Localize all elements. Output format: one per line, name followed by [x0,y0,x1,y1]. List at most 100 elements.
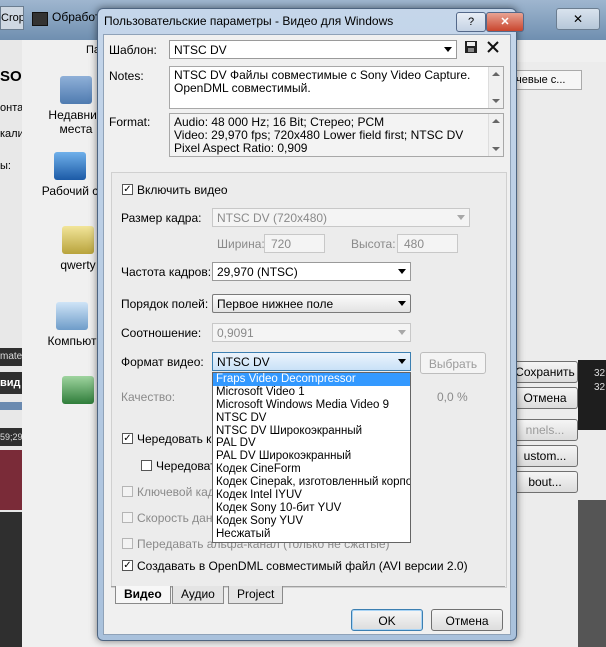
dialog-title: Пользовательские параметры - Видео для W… [104,14,394,28]
bg-strip-text: 59;29 [0,428,22,446]
desktop-item-user[interactable]: qwerty [56,226,100,272]
dropdown-option[interactable]: Кодек Sony YUV [213,515,410,528]
chevron-down-icon [398,330,406,335]
bg-custom-button[interactable]: ustom... [512,445,578,467]
frame-size-value: NTSC DV (720x480) [217,211,328,225]
interleave-sub-checkbox[interactable] [141,460,152,471]
notes-textarea[interactable]: NTSC DV Файлы совместимые с Sony Video C… [169,66,504,109]
dropdown-option[interactable]: PAL DV Широкоэкранный [213,450,410,463]
field-order-combo[interactable]: Первое нижнее поле [212,294,411,313]
interleave-checkbox[interactable]: ✓ [122,433,133,444]
network-icon [62,376,94,404]
template-label: Шаблон: [109,43,157,57]
desktop-item-recent[interactable]: Недавние места [48,76,104,136]
save-icon[interactable] [462,40,480,58]
timeline-track [0,450,22,510]
alpha-checkbox[interactable] [122,538,133,549]
bg-strip-text: онта [0,102,22,114]
bg-strip-text: кали [0,128,22,140]
ok-button[interactable]: OK [351,609,423,631]
data-rate-checkbox[interactable] [122,512,133,523]
aspect-ratio-label: Соотношение: [121,326,202,340]
desktop-item-label: Недавние места [48,108,104,136]
user-folder-icon [62,226,94,254]
dialog-close-button[interactable]: ✕ [486,12,524,32]
bg-strip-text: вид [0,372,22,394]
dropdown-option[interactable]: Microsoft Windows Media Video 9 [213,399,410,412]
dropdown-option[interactable]: Fraps Video Decompressor [213,373,410,386]
background-close-button[interactable]: ✕ [556,8,600,30]
dropdown-option[interactable]: PAL DV [213,437,410,450]
interleave-label: Чередовать ка [137,432,219,446]
recent-places-icon [60,76,92,104]
format-scrollbar[interactable] [488,114,503,156]
bg-time-text: 32: [594,382,606,393]
quality-value: 0,0 % [437,390,468,404]
bg-column-header: чевые с... [512,70,582,90]
frame-rate-value: 29,970 (NTSC) [217,265,298,279]
video-format-label: Формат видео: [121,355,204,369]
dropdown-option[interactable]: NTSC DV Широкоэкранный [213,425,410,438]
width-field[interactable]: 720 [264,234,325,253]
bg-cancel-button[interactable]: Отмена [512,387,578,409]
chevron-down-icon [457,215,465,220]
aspect-ratio-value: 0,9091 [217,326,254,340]
width-label: Ширина: [217,237,265,251]
dropdown-option[interactable]: Кодек CineForm [213,463,410,476]
bg-right-dark-area: 32; 32: [578,360,606,430]
bg-dark-area [578,500,606,647]
opendml-checkbox[interactable]: ✓ [122,560,133,571]
notes-line: OpenDML совместимый. [174,81,311,95]
desktop-item-label: Компьют [47,334,97,348]
chevron-down-icon [398,269,406,274]
video-format-dropdown: Fraps Video Decompressor Microsoft Video… [212,372,411,543]
desktop-item-label: qwerty [60,258,96,272]
frame-size-label: Размер кадра: [121,211,202,225]
dropdown-option[interactable]: Кодек Sony 10-бит YUV [213,502,410,515]
help-button[interactable]: ? [456,12,486,32]
desktop-icon [54,152,86,180]
format-label: Format: [109,115,151,129]
tab-video[interactable]: Видео [115,586,171,604]
dropdown-option[interactable]: NTSC DV [213,412,410,425]
chevron-down-icon [444,47,452,52]
dropdown-option[interactable]: Кодек Intel IYUV [213,489,410,502]
bg-about-button[interactable]: bout... [512,471,578,493]
dropdown-option[interactable]: Кодек Cinepak, изготовленный корпор [213,476,410,489]
dropdown-option[interactable]: Microsoft Video 1 [213,386,410,399]
video-format-value: NTSC DV [217,355,270,369]
height-field[interactable]: 480 [397,234,458,253]
enable-video-checkbox[interactable]: ✓ [122,184,133,195]
computer-icon [56,302,88,330]
keyframe-checkbox[interactable] [122,486,133,497]
delete-icon[interactable] [484,40,502,58]
height-label: Высота: [351,237,396,251]
quality-label: Качество: [121,390,176,404]
bg-strip-text: ы: [0,160,11,172]
tab-audio[interactable]: Аудио [172,586,224,604]
cancel-button[interactable]: Отмена [431,609,503,631]
desktop-item-network[interactable] [58,376,98,408]
desktop-item-computer[interactable]: Компьют [44,302,100,348]
app-icon [32,12,48,26]
template-combo[interactable]: NTSC DV [169,40,457,59]
bg-save-button[interactable]: Сохранить [512,361,578,383]
background-tab[interactable]: Crop [0,6,24,30]
notes-scrollbar[interactable] [488,67,503,108]
tab-project[interactable]: Project [228,586,284,604]
bg-strip-text: SOC [0,68,22,85]
keyframe-label: Ключевой кадр [137,485,222,499]
dropdown-option[interactable]: Несжатый [213,528,410,541]
aspect-ratio-combo[interactable]: 0,9091 [212,323,411,342]
data-rate-label: Скорость данн [137,511,220,525]
choose-codec-button[interactable]: Выбрать [420,352,486,374]
opendml-label: Создавать в OpenDML совместимый файл (AV… [137,559,468,573]
field-order-value: Первое нижнее поле [217,297,334,311]
desktop-item-desktop[interactable]: Рабочий с [40,152,100,198]
frame-rate-label: Частота кадров: [121,265,212,279]
bg-channels-button[interactable]: nnels... [512,419,578,441]
enable-video-label: Включить видео [137,183,228,197]
video-format-combo[interactable]: NTSC DV [212,352,411,371]
frame-size-combo[interactable]: NTSC DV (720x480) [212,208,470,227]
frame-rate-combo[interactable]: 29,970 (NTSC) [212,262,411,281]
